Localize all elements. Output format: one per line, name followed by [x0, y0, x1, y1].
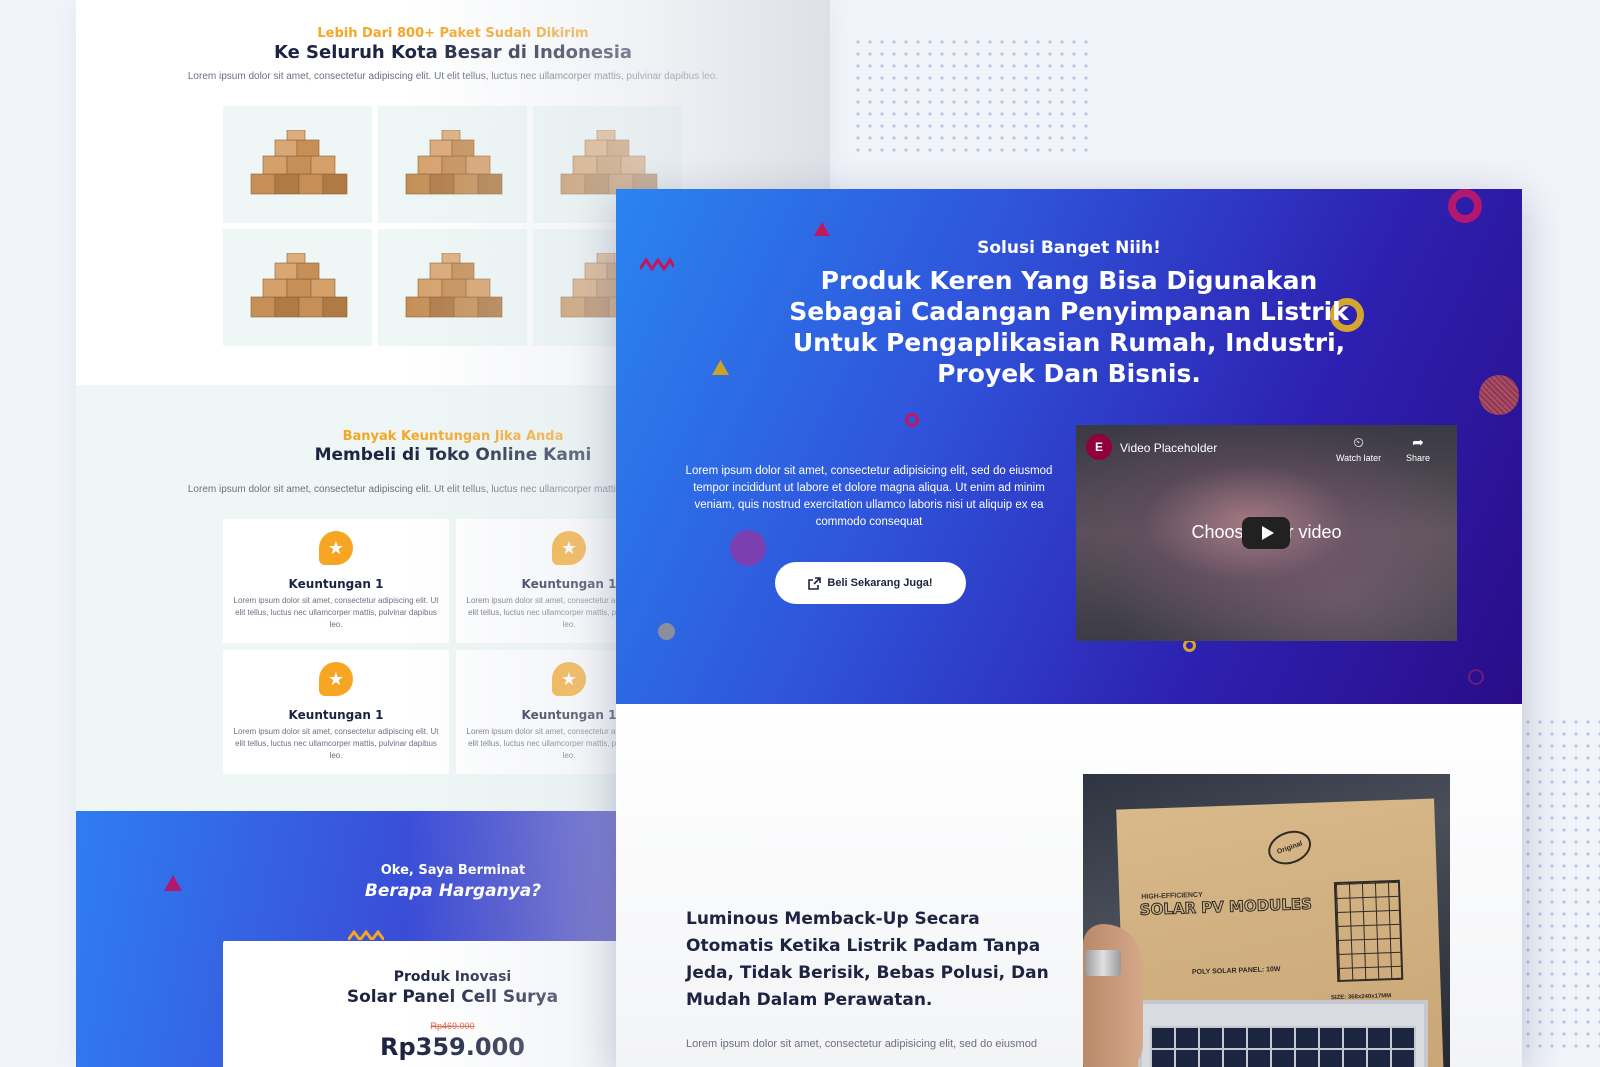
shipping-kicker: Lebih Dari 800+ Paket Sudah Dikirim: [317, 26, 589, 41]
hero-title: Produk Keren Yang Bisa Digunakan Sebagai…: [789, 266, 1349, 388]
shipping-title: Ke Seluruh Kota Besar di Indonesia: [273, 42, 633, 63]
ring-decoration: [905, 413, 919, 427]
package-gallery: [223, 106, 682, 346]
hero-section: Solusi Banget Niih! Produk Keren Yang Bi…: [616, 189, 1522, 704]
dot-pattern-right: [1522, 716, 1600, 1056]
package-image: [223, 229, 372, 346]
dot-pattern-top: [852, 36, 1092, 154]
circle-decoration: [658, 623, 675, 640]
watch-later-button[interactable]: ⏲ Watch later: [1336, 434, 1381, 463]
circle-decoration: [1479, 375, 1519, 415]
clock-icon: ⏲: [1353, 434, 1365, 450]
star-icon: ★: [319, 531, 353, 565]
benefit-title: Keuntungan 1: [288, 708, 384, 722]
package-image: [378, 229, 527, 346]
price-card-kicker: Produk Inovasi: [393, 969, 512, 985]
solar-panel-drawing: [1333, 879, 1404, 983]
solar-cells: [1150, 1026, 1416, 1067]
front-landing-page: Solusi Banget Niih! Produk Keren Yang Bi…: [616, 189, 1522, 1067]
package-image: [223, 106, 372, 223]
hero-desc: Lorem ipsum dolor sit amet, consectetur …: [685, 465, 1053, 528]
star-icon: ★: [552, 662, 586, 696]
circle-decoration: [730, 530, 766, 566]
package-image: [378, 106, 527, 223]
current-price: Rp359.000: [380, 1033, 525, 1061]
benefit-desc: Lorem ipsum dolor sit amet, consectetur …: [233, 727, 439, 760]
benefits-grid: ★ Keuntungan 1 Lorem ipsum dolor sit ame…: [223, 519, 682, 774]
price-card-title: Solar Panel Cell Surya: [346, 987, 559, 1007]
buy-now-button[interactable]: Beli Sekarang Juga!: [775, 562, 966, 604]
zigzag-decoration: [640, 257, 674, 271]
benefit-desc: Lorem ipsum dolor sit amet, consectetur …: [233, 596, 439, 629]
product-title: Luminous Memback-Up Secara Otomatis Keti…: [686, 909, 1049, 1010]
product-section: Luminous Memback-Up Secara Otomatis Keti…: [616, 704, 1522, 1067]
hand: [1083, 924, 1143, 1067]
box-poly-text: POLY SOLAR PANEL: 10W: [1191, 966, 1281, 977]
zigzag-decoration: [348, 930, 384, 940]
elementor-logo-icon: E: [1086, 434, 1112, 460]
benefit-title: Keuntungan 1: [288, 577, 384, 591]
box-badge: Original: [1263, 825, 1316, 871]
shipping-desc: Lorem ipsum dolor sit amet, consectetur …: [187, 71, 719, 82]
external-link-icon: [808, 576, 822, 590]
buy-now-label: Beli Sekarang Juga!: [827, 577, 933, 589]
product-photo: Original HIGH-EFFICIENCY SOLAR PV MODULE…: [1083, 774, 1450, 1067]
play-button[interactable]: [1242, 517, 1290, 549]
triangle-decoration: [712, 360, 729, 375]
share-icon: ➦: [1412, 434, 1424, 450]
video-player[interactable]: E Video Placeholder ⏲ Watch later ➦ Shar…: [1076, 425, 1457, 641]
ring-decoration: [1468, 669, 1484, 685]
video-title: Video Placeholder: [1120, 441, 1218, 455]
triangle-decoration: [814, 222, 830, 236]
old-price: Rp469.000: [430, 1021, 475, 1031]
watch-later-label: Watch later: [1336, 453, 1382, 463]
price-card: Produk Inovasi Solar Panel Cell Surya Rp…: [223, 941, 682, 1067]
solar-panel: [1138, 1000, 1428, 1067]
benefit-card: ★ Keuntungan 1 Lorem ipsum dolor sit ame…: [223, 519, 449, 643]
benefit-card: ★ Keuntungan 1 Lorem ipsum dolor sit ame…: [223, 650, 449, 774]
wristwatch: [1085, 950, 1121, 976]
star-icon: ★: [319, 662, 353, 696]
star-icon: ★: [552, 531, 586, 565]
hero-kicker: Solusi Banget Niih!: [977, 238, 1161, 258]
ring-decoration: [1448, 189, 1482, 223]
product-desc: Lorem ipsum dolor sit amet, consectetur …: [686, 1038, 1037, 1050]
share-button[interactable]: ➦ Share: [1406, 434, 1430, 463]
share-label: Share: [1406, 453, 1431, 463]
